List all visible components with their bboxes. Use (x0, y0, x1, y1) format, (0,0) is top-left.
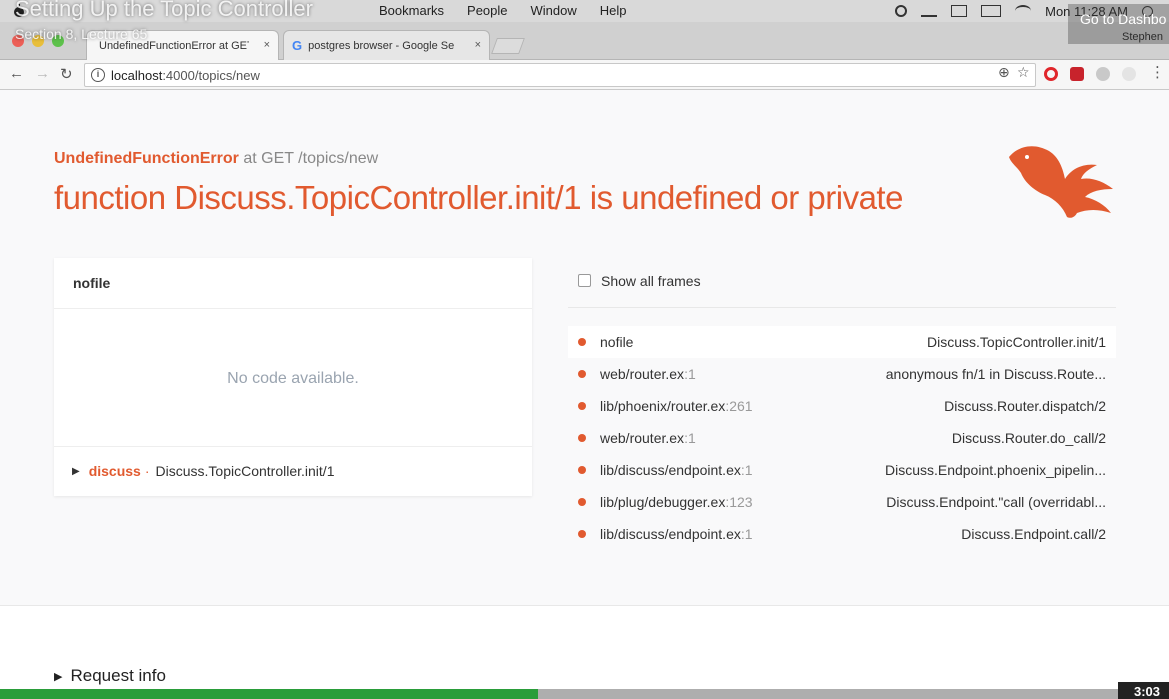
frame-dot (578, 402, 586, 410)
error-type: UndefinedFunctionError (54, 150, 239, 167)
dashboard-link[interactable]: Go to Dashbo (1068, 4, 1169, 44)
video-progress-bar[interactable] (0, 689, 1169, 699)
frame-file: web/router.ex (600, 366, 685, 382)
frame-dot (578, 530, 586, 538)
request-info-label: Request info (70, 666, 166, 685)
menu-help[interactable]: Help (600, 3, 627, 18)
frame-dot (578, 370, 586, 378)
airplay-icon[interactable] (951, 5, 968, 17)
battery-icon[interactable] (981, 5, 1002, 17)
context-separator: · (144, 463, 150, 479)
wifi-icon[interactable] (1015, 5, 1032, 17)
frame-row[interactable]: lib/discuss/endpoint.ex:1 Discuss.Endpoi… (568, 454, 1116, 486)
frame-function: Discuss.Endpoint.phoenix_pipelin... (884, 462, 1106, 478)
frame-file: lib/phoenix/router.ex (600, 398, 726, 414)
frame-list: nofile Discuss.TopicController.init/1 we… (568, 326, 1116, 550)
close-icon[interactable]: × (264, 39, 270, 51)
frame-dot (578, 498, 586, 506)
info-icon[interactable]: i (91, 68, 105, 82)
show-all-frames-checkbox[interactable] (578, 274, 591, 287)
error-message: function Discuss.TopicController.init/1 … (54, 179, 903, 216)
frame-row[interactable]: lib/discuss/endpoint.ex:1 Discuss.Endpoi… (568, 518, 1116, 550)
frame-row[interactable]: nofile Discuss.TopicController.init/1 (568, 326, 1116, 358)
video-timecode: 3:03 (1118, 682, 1169, 699)
frame-row[interactable]: lib/plug/debugger.ex:123 Discuss.Endpoin… (568, 486, 1116, 518)
frame-file: web/router.ex (600, 430, 685, 446)
lecture-subtitle: Section 8, Lecture 65 (15, 26, 148, 42)
frame-function: Discuss.Router.dispatch/2 (944, 398, 1106, 414)
frame-line: :1 (740, 526, 753, 542)
context-app: discuss (88, 463, 141, 479)
extension-ghost-icon[interactable] (1122, 67, 1136, 81)
error-header: UndefinedFunctionError at GET /topics/ne… (54, 150, 378, 168)
address-bar: ← → ↻ i localhost:4000/topics/new ⊕ ☆ ⋮ (0, 60, 1169, 90)
frame-file: lib/discuss/endpoint.ex (600, 462, 741, 478)
tab-title: postgres browser - Google Se (308, 39, 455, 52)
google-icon: G (292, 38, 303, 53)
phoenix-logo-icon (1009, 146, 1113, 218)
frame-function: Discuss.TopicController.init/1 (927, 334, 1106, 350)
error-location: at GET /topics/new (243, 150, 379, 167)
code-file-name: nofile (54, 258, 532, 309)
close-icon[interactable]: × (475, 39, 481, 51)
code-panel: nofile No code available. ▶ discuss · Di… (54, 258, 532, 496)
menu-people[interactable]: People (467, 3, 507, 18)
glasses-icon[interactable] (921, 5, 938, 17)
frame-function: Discuss.Endpoint."call (overridabl... (886, 494, 1106, 510)
frame-file: lib/discuss/endpoint.ex (600, 526, 741, 542)
caret-right-icon: ▶ (54, 670, 63, 683)
video-progress-fill (0, 689, 538, 699)
show-all-frames-label: Show all frames (601, 272, 701, 289)
frame-function: Discuss.Endpoint.call/2 (961, 526, 1106, 542)
frame-dot (578, 338, 586, 346)
zoom-icon[interactable]: ⊕ (998, 64, 1010, 81)
show-all-frames-toggle[interactable]: Show all frames (568, 258, 1116, 308)
url-input[interactable]: i localhost:4000/topics/new (84, 63, 1036, 87)
no-code-message: No code available. (54, 309, 532, 447)
frame-line: :123 (725, 494, 753, 510)
tab-bar: UndefinedFunctionError at GET × G postgr… (0, 22, 1169, 60)
lecture-title: Setting Up the Topic Controller (15, 0, 313, 21)
frame-file: lib/plug/debugger.ex (600, 494, 726, 510)
tab-postgres[interactable]: G postgres browser - Google Se × (283, 30, 490, 60)
opera-icon[interactable] (1044, 67, 1058, 81)
back-icon[interactable]: ← (9, 65, 24, 82)
frame-function: anonymous fn/1 in Discuss.Route... (885, 366, 1106, 382)
frame-row[interactable]: lib/phoenix/router.ex:261 Discuss.Router… (568, 390, 1116, 422)
forward-icon[interactable]: → (35, 65, 50, 82)
extension-cloud-icon[interactable] (1096, 67, 1110, 81)
record-icon[interactable] (895, 5, 908, 17)
menu-icon[interactable]: ⋮ (1150, 63, 1165, 81)
context-function: Discuss.TopicController.init/1 (155, 463, 335, 479)
frame-line: :261 (725, 398, 753, 414)
request-section: ▶ Request info (0, 606, 1169, 699)
star-icon[interactable]: ☆ (1017, 64, 1030, 81)
frame-line: :1 (684, 366, 696, 382)
menu-bookmarks[interactable]: Bookmarks (379, 3, 444, 18)
error-page: UndefinedFunctionError at GET /topics/ne… (0, 91, 1169, 699)
stack-frames: Show all frames nofile Discuss.TopicCont… (568, 258, 1116, 550)
url-path: :4000/topics/new (162, 67, 260, 83)
caret-right-icon: ▶ (72, 465, 80, 477)
frame-line: :1 (684, 430, 696, 446)
extension-red-icon[interactable] (1070, 67, 1084, 81)
frame-function: Discuss.Router.do_call/2 (951, 430, 1106, 446)
frame-file: nofile (600, 334, 634, 350)
request-info-toggle[interactable]: ▶ Request info (54, 666, 166, 686)
code-context-toggle[interactable]: ▶ discuss · Discuss.TopicController.init… (54, 447, 532, 479)
frame-dot (578, 434, 586, 442)
frame-dot (578, 466, 586, 474)
frame-row[interactable]: web/router.ex:1 anonymous fn/1 in Discus… (568, 358, 1116, 390)
app-menus: Bookmarks People Window Help (379, 3, 650, 18)
menu-window[interactable]: Window (531, 3, 577, 18)
frame-row[interactable]: web/router.ex:1 Discuss.Router.do_call/2 (568, 422, 1116, 454)
new-tab-button[interactable] (491, 38, 525, 54)
url-host: localhost (111, 67, 163, 83)
frame-line: :1 (740, 462, 753, 478)
reload-icon[interactable]: ↻ (60, 65, 73, 83)
